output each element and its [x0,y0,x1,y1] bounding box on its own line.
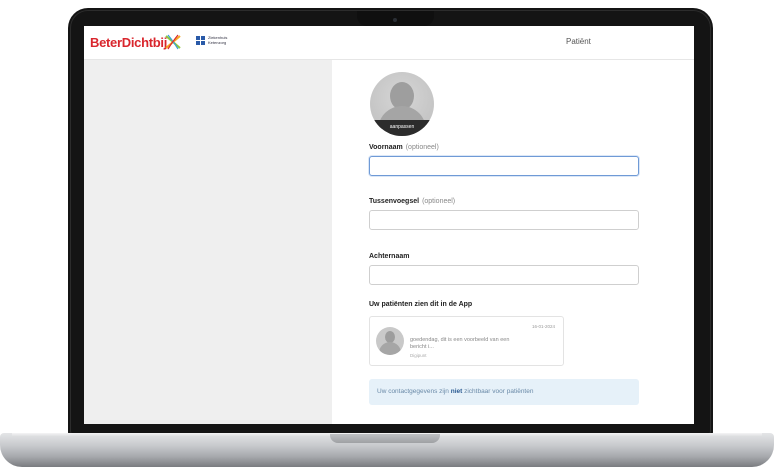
avatar[interactable]: aanpassen [370,72,434,136]
last-name-label: Achternaam [369,253,409,260]
middle-name-field[interactable] [369,210,639,230]
brand-name[interactable]: BeterDichtbij [90,35,167,50]
first-name-label-text: Voornaam [369,144,403,151]
avatar-edit-button[interactable]: aanpassen [370,120,434,136]
preview-message: goedendag, dit is een voorbeeld van een … [410,337,510,350]
middle-name-optional: (optioneel) [422,198,456,205]
middle-name-label-text: Tussenvoegsel [369,198,420,205]
last-name-field[interactable] [369,265,639,285]
app-header: BeterDichtbij Ziekenhuis Ketenzorg Patië… [84,26,694,60]
user-silhouette-body [379,342,401,355]
role-label: Patiënt [566,37,591,46]
preview-avatar [376,327,404,355]
last-name-label-text: Achternaam [369,253,410,260]
profile-form-panel: aanpassen Voornaam (optioneel) Tussenvoeg… [332,60,694,424]
partner-logo-text: Ziekenhuis Ketenzorg [208,35,228,45]
first-name-optional: (optioneel) [405,144,439,151]
privacy-info-box: Uw contactgegevens zijn niet zichtbaar v… [369,379,639,405]
preview-sender: Digipunt [410,353,427,358]
first-name-field[interactable] [369,156,639,176]
privacy-info-text-after: zichtbaar voor patiënten [462,388,534,395]
middle-name-label: Tussenvoegsel (optioneel) [369,198,455,205]
cross-x-icon [165,34,181,50]
first-name-label: Voornaam (optioneel) [369,144,439,151]
left-panel [84,60,332,424]
privacy-info-text-before: Uw contactgegevens zijn [377,388,451,395]
camera-icon [393,18,397,22]
partner-logo-icon [196,36,205,45]
preview-title: Uw patiënten zien dit in de App [369,301,473,308]
preview-date: 16-01-2024 [531,324,555,329]
laptop-base-notch [330,434,440,443]
partner-logo: Ziekenhuis Ketenzorg [196,35,246,49]
privacy-info-text: Uw contactgegevens zijn niet zichtbaar v… [377,388,533,395]
screen: BeterDichtbij Ziekenhuis Ketenzorg Patië… [84,26,694,424]
privacy-info-text-strong: niet [450,388,463,395]
message-preview-card: 16-01-2024 goedendag, dit is een voorbee… [369,316,564,366]
